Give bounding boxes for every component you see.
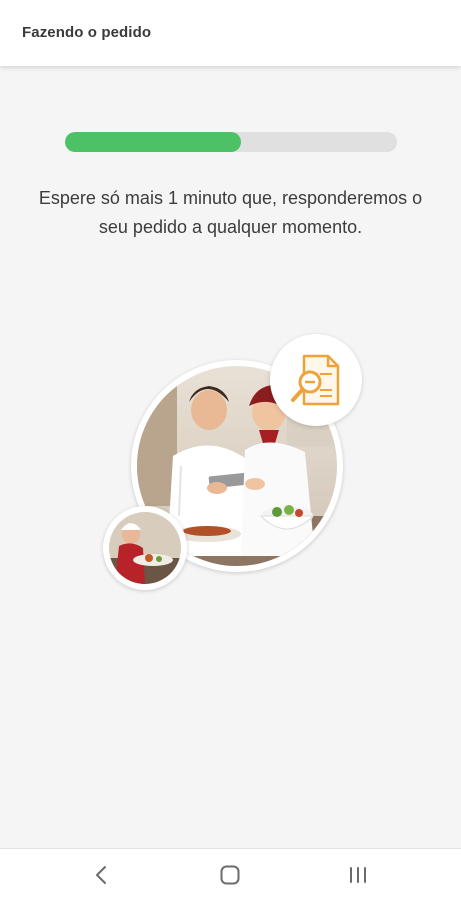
- progress-bar: [65, 132, 397, 152]
- home-icon: [220, 865, 240, 885]
- chef-small-illustration: [109, 512, 181, 584]
- waiting-message: Espere só mais 1 minuto que, responderem…: [38, 188, 423, 237]
- home-button[interactable]: [210, 859, 250, 891]
- recents-button[interactable]: [338, 859, 378, 891]
- document-search-icon: [291, 354, 340, 406]
- system-navigation-bar: [0, 848, 461, 900]
- page-title: Fazendo o pedido: [22, 24, 152, 41]
- chef-small-photo: [103, 506, 187, 590]
- back-icon: [96, 866, 106, 884]
- progress-fill: [65, 132, 241, 152]
- main-content: Espere só mais 1 minuto que, responderem…: [0, 66, 461, 848]
- recents-icon: [350, 867, 366, 883]
- back-button[interactable]: [82, 859, 122, 891]
- document-search-badge: [270, 334, 362, 426]
- app-bar: Fazendo o pedido: [0, 0, 461, 66]
